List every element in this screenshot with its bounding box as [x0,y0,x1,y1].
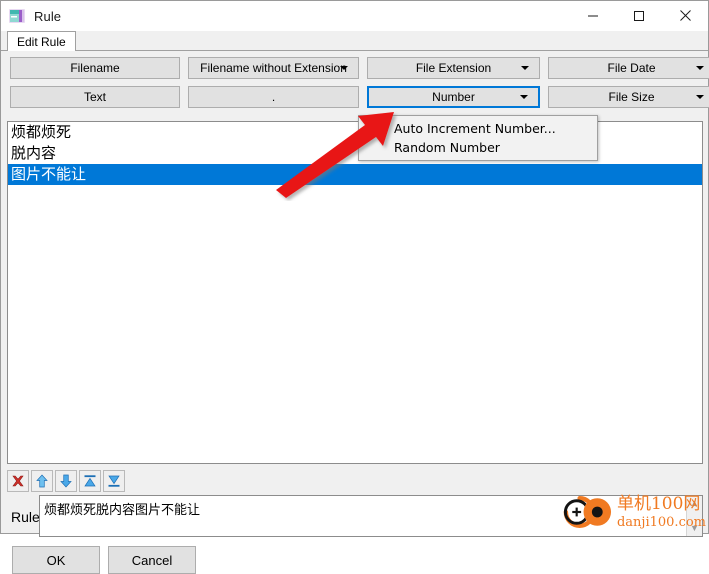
filename-button[interactable]: Filename [10,57,180,79]
list-item-label: 图片不能让 [11,165,87,183]
title-bar: Rule [1,1,708,31]
window-title: Rule [34,8,62,24]
filename-button-label: Filename [70,61,120,75]
content-pane: Filename Filename without Extension File… [2,51,709,574]
chevron-down-icon [696,66,704,70]
number-dropdown-menu[interactable]: Auto Increment Number... Random Number [358,115,598,161]
text-button-label: Text [83,90,106,104]
move-up-icon[interactable] [31,470,53,492]
watermark-url-label: danji100.com [616,514,706,530]
token-button-grid: Filename Filename without Extension File… [2,57,709,115]
file-date-button[interactable]: File Date [548,57,709,79]
file-extension-button-label: File Extension [415,61,492,75]
file-date-button-label: File Date [607,61,656,75]
watermark: 单机100网 danji100.com [560,492,706,532]
file-size-button-label: File Size [608,90,655,104]
filename-without-extension-button[interactable]: Filename without Extension [188,57,359,79]
token-button-row-1: Filename Filename without Extension File… [2,57,709,79]
window-controls [570,1,708,30]
text-button[interactable]: Text [10,86,180,108]
move-to-top-icon[interactable] [79,470,101,492]
menu-item-random-number[interactable]: Random Number [359,138,597,157]
ok-button[interactable]: OK [12,546,100,574]
number-button-label: Number [432,90,475,104]
watermark-logo-icon [563,496,612,528]
number-button[interactable]: Number [367,86,540,108]
file-size-button[interactable]: File Size [548,86,709,108]
menu-item-auto-increment-number-label: Auto Increment Number... [394,121,556,136]
move-down-icon[interactable] [55,470,77,492]
tab-edit-rule[interactable]: Edit Rule [7,31,76,52]
filename-without-extension-button-label: Filename without Extension [200,61,347,75]
rule-token-list[interactable]: 烦都烦死 脱内容 图片不能让 [7,121,703,464]
list-toolbar [7,469,703,493]
move-to-bottom-icon[interactable] [103,470,125,492]
tab-edit-rule-label: Edit Rule [17,34,66,49]
watermark-text: 单机100网 danji100.com [616,493,706,530]
ok-button-label: OK [46,552,66,568]
list-item-label: 脱内容 [11,144,57,162]
chevron-down-icon [520,95,528,99]
list-item-label: 烦都烦死 [11,123,72,141]
rule-dialog-window: Rule Edit Rule Filename Filename without… [0,0,709,574]
chevron-down-icon [696,95,704,99]
delete-icon[interactable] [7,470,29,492]
cancel-button[interactable]: Cancel [108,546,196,574]
watermark-cn-label: 单机100网 [616,493,701,514]
tab-strip: Edit Rule [1,31,708,52]
dot-button-label: . [271,90,276,104]
chevron-down-icon [521,66,529,70]
minimize-button[interactable] [570,1,616,30]
list-item-selected[interactable]: 图片不能让 [8,164,702,185]
cancel-button-label: Cancel [131,552,173,568]
menu-item-auto-increment-number[interactable]: Auto Increment Number... [359,119,597,138]
file-extension-button[interactable]: File Extension [367,57,540,79]
close-button[interactable] [662,1,708,30]
menu-item-random-number-label: Random Number [394,140,500,155]
app-rule-icon [9,8,25,24]
maximize-button[interactable] [616,1,662,30]
token-button-row-2: Text . Number File Size [2,86,709,108]
chevron-down-icon [340,66,348,70]
dot-button[interactable]: . [188,86,359,108]
rule-textarea-value: 烦都烦死脱内容图片不能让 [44,503,201,518]
